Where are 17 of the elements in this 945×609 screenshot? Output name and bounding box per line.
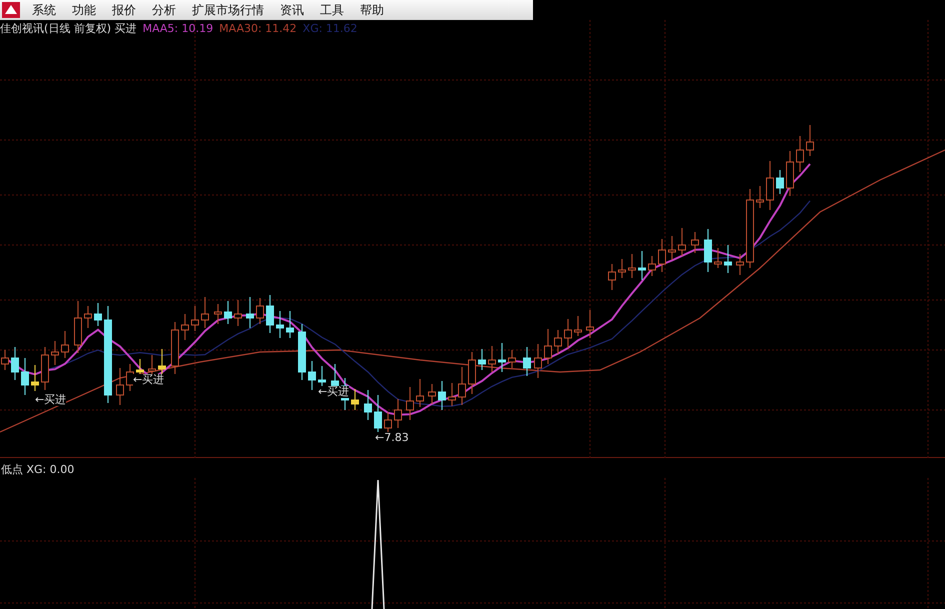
indicator-value: MAA30: 11.42 bbox=[219, 22, 297, 36]
menu-item[interactable]: 系统 bbox=[24, 0, 64, 20]
menu-item[interactable]: 功能 bbox=[64, 0, 104, 20]
menu-item[interactable]: 扩展市场行情 bbox=[184, 0, 272, 20]
signal-label: ←买进 bbox=[35, 394, 66, 406]
chart-title: 佳创视讯(日线 前复权) 买进 bbox=[0, 22, 137, 36]
menu-item[interactable]: 分析 bbox=[144, 0, 184, 20]
indicator-title: 低点 XG: 0.00 bbox=[0, 462, 74, 477]
indicator-value: MAA5: 10.19 bbox=[142, 22, 214, 36]
signal-label: ←买进 bbox=[318, 386, 350, 398]
signal-label: ←买进 bbox=[133, 374, 164, 386]
menu-item[interactable]: 资讯 bbox=[272, 0, 312, 20]
menu-item[interactable]: 帮助 bbox=[352, 0, 392, 20]
low-price-label: ←7.83 bbox=[375, 432, 409, 444]
menu-item[interactable]: 报价 bbox=[104, 0, 144, 20]
menu-item[interactable]: 工具 bbox=[312, 0, 352, 20]
indicator-value: XG: 11.62 bbox=[302, 22, 358, 36]
